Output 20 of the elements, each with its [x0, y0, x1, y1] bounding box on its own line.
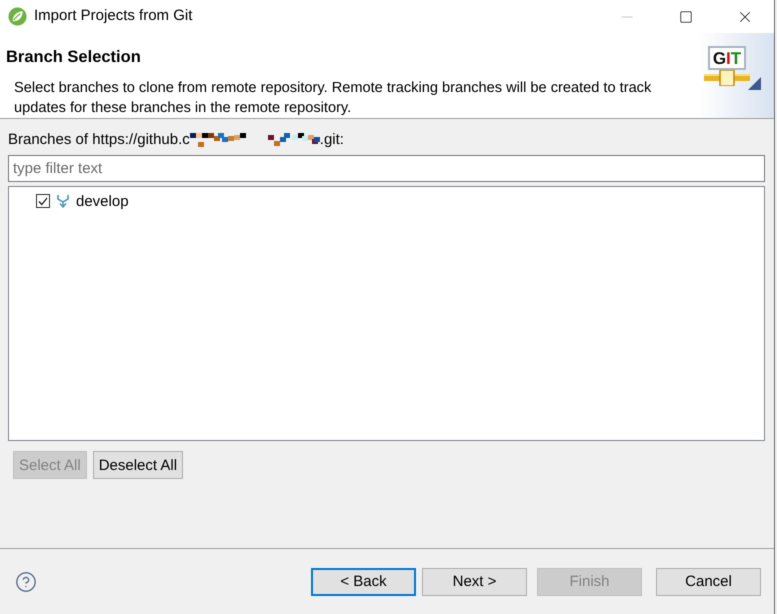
maximize-icon[interactable]	[679, 10, 693, 24]
button[interactable]: < Back	[311, 568, 416, 596]
pixelated-redaction-icon	[190, 133, 320, 147]
corner-triangle-icon	[748, 77, 761, 90]
page-title: Branch Selection	[5, 47, 142, 67]
help-icon[interactable]	[15, 570, 37, 592]
button[interactable]: Cancel	[656, 568, 761, 596]
branches-label: Branches of https://github.c	[8, 130, 190, 150]
page-description: Select branches to clone from remote repository. Remote tracking branches will be created to track updates for these branches in the remote repository.	[13, 79, 652, 118]
button[interactable]: Deselect All	[92, 451, 184, 479]
branches-label-end: .git:	[320, 130, 344, 150]
filter-field[interactable]: type filter text	[8, 155, 765, 182]
checkbox[interactable]	[36, 194, 50, 208]
window-title: Import Projects from Git	[34, 6, 192, 26]
tree-item[interactable]: develop	[76, 194, 129, 208]
git-logo-text: GIT	[708, 46, 746, 70]
button[interactable]: Next >	[422, 568, 527, 596]
pipe-icon	[704, 70, 750, 86]
leaf-logo-icon	[8, 7, 27, 26]
branch-icon	[55, 194, 71, 208]
